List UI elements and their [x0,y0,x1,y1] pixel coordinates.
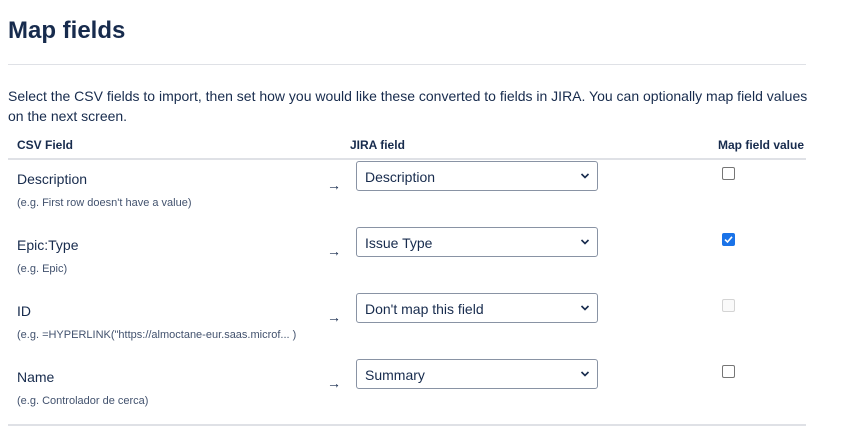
jira-field-selected-value: Issue Type [365,235,433,251]
jira-field-selected-value: Summary [365,367,425,383]
chevron-down-icon [580,371,590,377]
csv-field-name: Name [17,369,55,385]
mapping-arrow: → [327,375,341,391]
csv-field-example: (e.g. Epic) [17,263,68,275]
jira-field-select[interactable]: Don't map this field [356,293,598,323]
map-field-value-checkbox [722,299,735,312]
mapping-arrow: → [327,309,341,325]
table-bottom-divider [8,424,806,426]
map-field-value-checkbox[interactable] [722,167,735,180]
mapping-arrow: → [327,177,341,193]
page-title: Map fields [8,17,126,44]
csv-field-name: Description [17,171,88,187]
csv-field-example: (e.g. First row doesn't have a value) [17,197,192,209]
jira-field-select[interactable]: Description [356,161,598,191]
csv-field-name: ID [17,303,31,319]
csv-field-example: (e.g. Controlador de cerca) [17,395,149,407]
mapping-arrow: → [327,243,341,259]
jira-field-selected-value: Don't map this field [365,301,484,317]
chevron-down-icon [580,173,590,179]
map-field-value-checkbox[interactable] [722,365,735,378]
jira-field-select[interactable]: Issue Type [356,227,598,257]
map-field-value-checkbox[interactable] [722,233,735,246]
chevron-down-icon [580,239,590,245]
column-header-csv-field: CSV Field [17,138,74,152]
checkmark-icon [724,236,733,244]
jira-field-select[interactable]: Summary [356,359,598,389]
chevron-down-icon [580,305,590,311]
page-description: Select the CSV fields to import, then se… [8,88,808,124]
column-header-map-field-value: Map field value [718,138,805,152]
column-header-jira-field: JIRA field [350,138,405,152]
csv-field-example: (e.g. =HYPERLINK("https://almoctane-eur.… [17,329,297,341]
jira-field-selected-value: Description [365,169,436,185]
csv-field-name: Epic:Type [17,237,79,253]
header-divider [8,158,806,160]
title-divider [8,64,806,65]
